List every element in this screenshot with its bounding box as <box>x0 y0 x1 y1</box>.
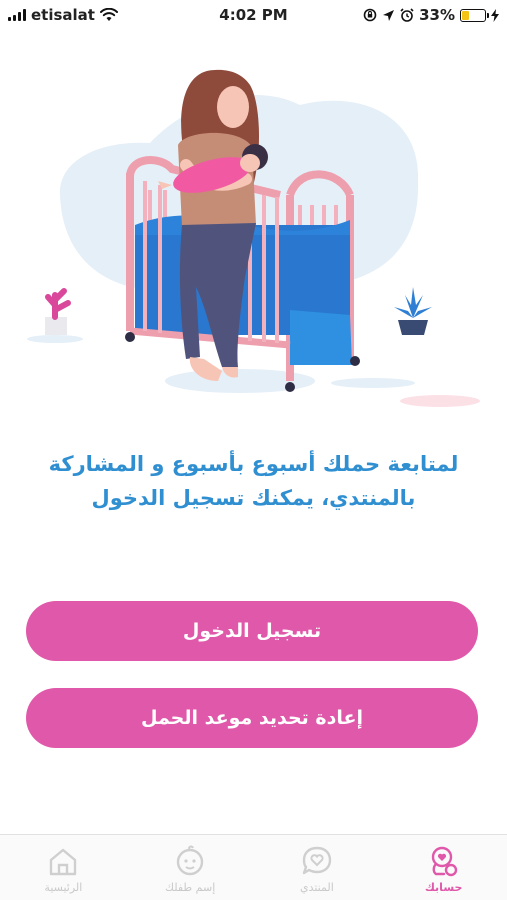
tab-home-label: الرئيسية <box>44 881 83 894</box>
status-left: etisalat <box>8 6 118 24</box>
home-icon <box>50 848 77 876</box>
rotation-lock-icon <box>363 8 377 22</box>
charging-icon <box>491 8 499 22</box>
tab-bar: الرئيسية إسم طفلك المنتدي حسابك <box>0 834 507 900</box>
tab-account[interactable]: حسابك <box>380 835 507 900</box>
chat-heart-icon <box>302 846 332 875</box>
succulent-plant <box>394 287 432 335</box>
account-icon <box>431 846 457 877</box>
signal-icon <box>8 9 26 21</box>
tab-home[interactable]: الرئيسية <box>0 835 127 900</box>
reset-due-date-button[interactable]: إعادة تحديد موعد الحمل <box>26 688 478 748</box>
tab-forum-label: المنتدي <box>299 881 334 894</box>
tab-account-label: حسابك <box>424 881 463 894</box>
battery-percent: 33% <box>419 6 455 24</box>
tab-baby-name-label: إسم طفلك <box>164 881 216 894</box>
baby-face-icon <box>176 845 204 876</box>
login-prompt-message: لمتابعة حملك أسبوع بأسبوع و المشاركة بال… <box>30 448 477 515</box>
login-button[interactable]: تسجيل الدخول <box>26 601 478 661</box>
status-right: 33% <box>363 6 499 24</box>
battery-icon <box>460 8 489 22</box>
carrier-name: etisalat <box>31 6 95 24</box>
mother-baby-crib-illustration <box>27 69 480 407</box>
tab-forum[interactable]: المنتدي <box>254 835 381 900</box>
alarm-icon <box>400 8 414 22</box>
status-bar: etisalat 4:02 PM 33% <box>0 0 507 30</box>
location-icon <box>383 9 395 21</box>
wifi-icon <box>99 8 118 21</box>
battery-fill <box>462 10 470 20</box>
message-line-2: بالمنتدي، يمكنك تسجيل الدخول <box>91 485 416 510</box>
message-line-1: لمتابعة حملك أسبوع بأسبوع و المشاركة <box>48 452 459 476</box>
tab-baby-name[interactable]: إسم طفلك <box>127 835 254 900</box>
cactus-plant <box>45 288 71 335</box>
